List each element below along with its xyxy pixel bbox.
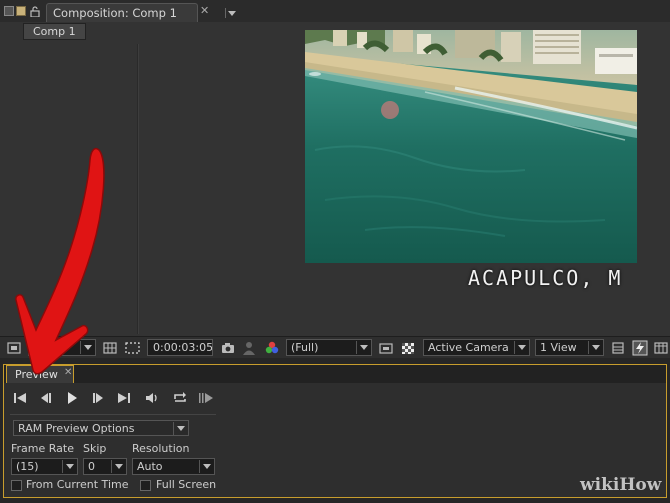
preview-tab-bar: Preview ✕ — [4, 365, 666, 383]
from-current-time-checkbox[interactable] — [11, 480, 22, 491]
composition-tab-bar: Composition: Comp 1 ✕ — [0, 0, 670, 22]
wikihow-watermark: wikiHow — [580, 475, 662, 495]
region-of-interest-icon[interactable] — [124, 340, 141, 356]
preview-panel: Preview ✕ RAM Preview Options Frame Rate… — [0, 359, 670, 503]
resolution-label: Resolution — [132, 442, 190, 455]
tab-composition[interactable]: Composition: Comp 1 — [46, 3, 236, 22]
panel-color-swatch[interactable] — [16, 6, 26, 16]
preview-resolution-value: Auto — [137, 460, 163, 473]
magnification-value: 1 — [33, 341, 40, 354]
composition-tab-label: Composition: Comp 1 — [53, 6, 177, 20]
previous-frame-icon[interactable] — [38, 391, 54, 405]
chevron-down-icon[interactable] — [225, 8, 237, 18]
fast-draft-icon[interactable] — [632, 340, 648, 356]
audio-icon[interactable] — [144, 391, 160, 405]
skip-value: 0 — [88, 460, 95, 473]
resolution-value: (Full) — [291, 341, 319, 354]
video-preview-frame — [305, 30, 637, 263]
next-frame-icon[interactable] — [90, 391, 106, 405]
grid-guides-icon[interactable] — [102, 340, 118, 356]
viewer-toolbar: 1 0:00:03:05 (Full) Active Camera 1 View — [0, 336, 670, 358]
full-screen-checkbox[interactable] — [140, 480, 151, 491]
panel-menu-icon[interactable] — [4, 6, 14, 16]
preview-resolution-select[interactable]: Auto — [132, 458, 215, 475]
preview-tab-label: Preview — [15, 368, 58, 381]
ram-preview-options-value: RAM Preview Options — [18, 422, 135, 435]
skip-select[interactable]: 0 — [83, 458, 127, 475]
from-current-time-label: From Current Time — [26, 478, 129, 491]
frame-rate-select[interactable]: (15) — [11, 458, 78, 475]
loop-icon[interactable] — [172, 391, 188, 405]
color-channels-icon[interactable] — [264, 340, 280, 356]
close-icon[interactable]: ✕ — [64, 367, 72, 378]
viewer-divider — [137, 44, 139, 334]
frame-rate-label: Frame Rate — [11, 442, 74, 455]
preview-panel-frame: Preview ✕ RAM Preview Options Frame Rate… — [3, 364, 667, 498]
view-layout-select[interactable]: 1 View — [535, 339, 604, 356]
frame-rate-value: (15) — [16, 460, 39, 473]
camera-icon[interactable] — [220, 340, 236, 356]
lock-icon[interactable] — [30, 6, 40, 17]
camera-view-value: Active Camera — [428, 341, 509, 354]
timeline-icon[interactable] — [653, 340, 669, 356]
full-screen-label: Full Screen — [156, 478, 217, 491]
magnification-select[interactable]: 1 — [28, 339, 96, 356]
person-icon[interactable] — [242, 340, 256, 356]
skip-label: Skip — [83, 442, 107, 455]
transparency-grid-icon[interactable] — [400, 340, 416, 356]
last-frame-icon[interactable] — [116, 391, 132, 405]
current-time-display[interactable]: 0:00:03:05 — [147, 339, 213, 356]
transport-divider — [10, 414, 216, 415]
comp-breadcrumb[interactable]: Comp 1 — [23, 23, 86, 40]
always-preview-icon[interactable] — [6, 340, 22, 356]
play-icon[interactable] — [64, 391, 80, 405]
fast-previews-icon[interactable] — [378, 340, 394, 356]
transport-controls — [10, 389, 216, 409]
close-icon[interactable]: ✕ — [200, 4, 209, 17]
first-frame-icon[interactable] — [12, 391, 28, 405]
ram-preview-options-select[interactable]: RAM Preview Options — [13, 420, 189, 436]
ram-preview-icon[interactable] — [198, 391, 214, 405]
video-caption-text: ACAPULCO, M — [468, 266, 623, 290]
toggle-pixel-aspect-icon[interactable] — [610, 340, 626, 356]
resolution-select[interactable]: (Full) — [286, 339, 372, 356]
view-layout-value: 1 View — [540, 341, 577, 354]
camera-view-select[interactable]: Active Camera — [423, 339, 530, 356]
composition-panel: Composition: Comp 1 ✕ Comp 1 ACAPULCO, M… — [0, 0, 670, 358]
timecode-value: 0:00:03:05 — [153, 341, 213, 354]
tab-preview[interactable]: Preview ✕ — [6, 365, 74, 383]
